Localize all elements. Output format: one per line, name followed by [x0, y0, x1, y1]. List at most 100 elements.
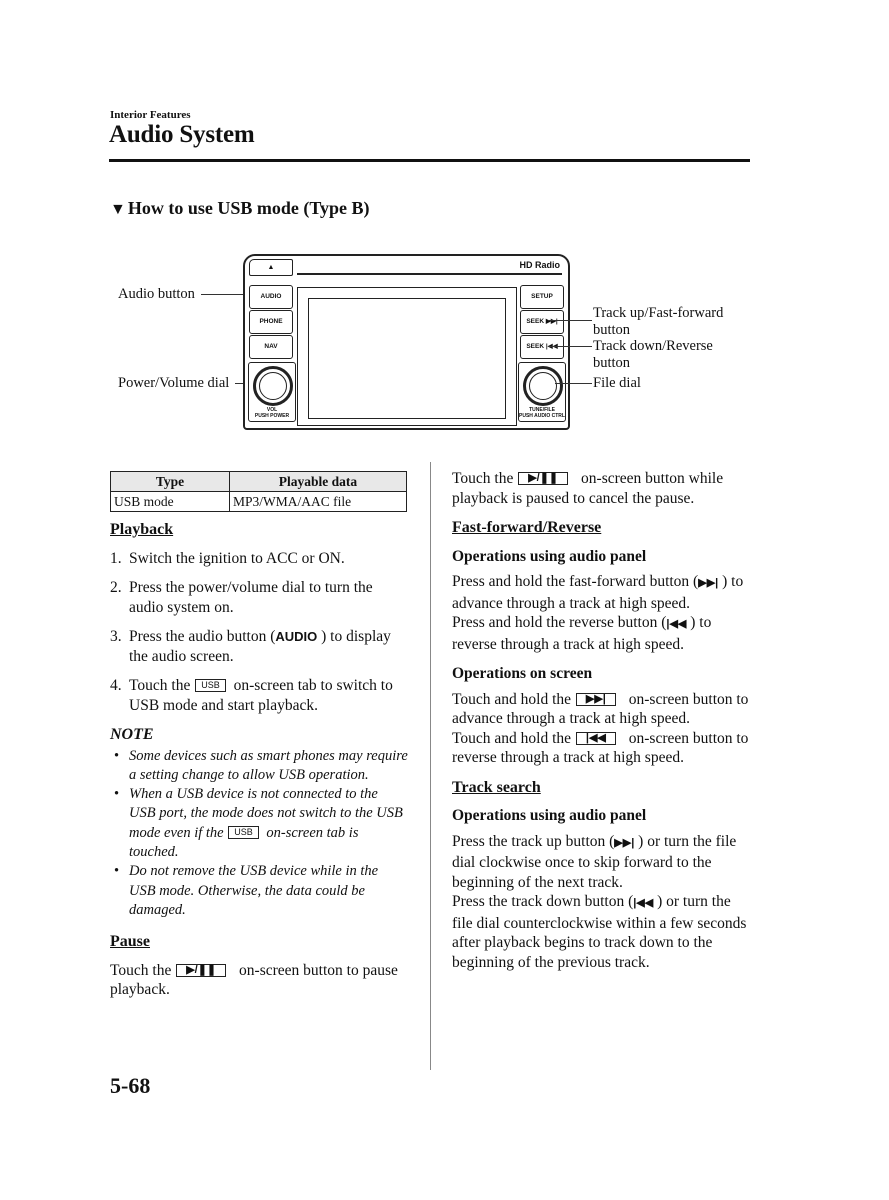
screen-operations-heading: Operations on screen [452, 665, 593, 682]
audio-button-glyph: AUDIO [275, 629, 318, 644]
callout-line: Track down/Reverse [593, 338, 713, 354]
leader-line [548, 320, 592, 321]
paragraph-text: Touch the [452, 470, 518, 487]
step-item: 4. Touch the USB on-screen tab to switch … [110, 676, 408, 715]
audio-panel-operations-heading: Operations using audio panel [452, 807, 647, 824]
panel-seek-back-button[interactable]: SEEK |◀◀ [520, 335, 564, 359]
pause-paragraph: Touch the ▶/❚❚ on-screen button to pause… [110, 961, 408, 1000]
panel-phone-button[interactable]: PHONE [249, 310, 293, 334]
resume-paragraph: Touch the ▶/❚❚ on-screen button while pl… [452, 469, 750, 508]
paragraph-text: Press the track up button ( [452, 832, 615, 850]
leader-line [201, 294, 247, 295]
step-number: 2. [110, 579, 122, 596]
bullet-icon: • [114, 747, 120, 764]
right-column: Touch the ▶/❚❚ on-screen button while pl… [452, 469, 750, 982]
table-header-row: Type Playable data [110, 471, 407, 492]
step-number: 3. [110, 628, 122, 645]
subsection-heading: ▼ How to use USB mode (Type B) [110, 198, 370, 219]
audio-panel-operations-heading: Operations using audio panel [452, 547, 647, 565]
step-number: 1. [110, 549, 122, 567]
track-search-paragraph: Press the track up button (▶▶| ) or turn… [452, 832, 750, 973]
disc-slot [297, 273, 562, 275]
down-triangle-icon: ▼ [110, 201, 126, 218]
paragraph-text: Touch the [110, 961, 176, 979]
step-text: Touch the [129, 677, 195, 694]
step-text: Press the power/volume dial to turn the … [129, 579, 373, 616]
callout-line: button [593, 321, 631, 338]
pause-heading: Pause [110, 933, 150, 951]
volume-dial-label: VOL PUSH POWER [249, 407, 295, 419]
note-item: • When a USB device is not connected to t… [110, 785, 408, 862]
power-volume-dial[interactable] [253, 366, 293, 406]
page-number: 5-68 [110, 1073, 151, 1098]
track-up-icon: ▶▶| [614, 836, 635, 849]
touch-screen[interactable] [308, 298, 506, 419]
track-down-icon: |◀◀ [633, 897, 654, 909]
column-header-type: Type [110, 471, 230, 492]
play-pause-icon: ▶/❚❚ [176, 963, 227, 977]
fast-forward-icon: ▶▶| [575, 692, 616, 706]
push-audio-ctrl-label: PUSH AUDIO CTRL [519, 413, 565, 419]
play-pause-icon: ▶/❚❚ [518, 472, 569, 485]
note-text: Do not remove the USB device while in th… [129, 863, 379, 918]
note-text: Some devices such as smart phones may re… [129, 747, 408, 783]
step-text: Press the audio button ( [129, 628, 276, 645]
rewind-icon: |◀◀ [575, 731, 616, 745]
step-item: 1. Switch the ignition to ACC or ON. [110, 549, 408, 569]
playback-steps: 1. Switch the ignition to ACC or ON. 2. Pr… [110, 549, 408, 716]
title-rule [109, 159, 750, 162]
bullet-icon: • [114, 786, 120, 803]
playback-heading: Playback [110, 521, 174, 538]
audio-panel: ▲ HD Radio AUDIO PHONE NAV VOL PUSH POWE… [243, 254, 570, 430]
playable-data-table: Type Playable data USB mode MP3/WMA/AAC … [110, 471, 407, 512]
callout-audio-button: Audio button [118, 286, 195, 302]
callout-track-down-button: Track down/Reverse button [593, 338, 713, 371]
step-item: 3. Press the audio button (AUDIO ) to dis… [110, 627, 408, 666]
usb-tab-icon: USB [228, 825, 259, 839]
eject-button[interactable]: ▲ [249, 259, 293, 276]
screen-operations-paragraph: Touch and hold the ▶▶| on-screen button … [452, 690, 750, 768]
bullet-icon: • [114, 863, 120, 880]
page-title: Audio System [109, 121, 255, 148]
panel-nav-button[interactable]: NAV [249, 335, 293, 359]
audio-panel-diagram: Audio button Power/Volume dial ▲ HD Radi… [110, 250, 750, 440]
panel-operations-paragraph: Press and hold the fast-forward button (… [452, 572, 750, 654]
track-search-heading: Track search [452, 778, 541, 796]
callout-line: Track up/Fast-forward [593, 305, 724, 321]
file-dial[interactable] [523, 366, 563, 406]
leader-line [548, 346, 592, 347]
cell-type: USB mode [110, 491, 230, 512]
hd-radio-logo: HD Radio [519, 260, 561, 270]
paragraph-text: Touch and hold the [452, 729, 575, 747]
note-item: • Some devices such as smart phones may r… [110, 747, 408, 786]
subsection-heading-text: How to use USB mode (Type B) [127, 198, 370, 218]
callout-file-dial: File dial [593, 375, 641, 391]
panel-setup-button[interactable]: SETUP [520, 285, 564, 309]
step-item: 2. Press the power/volume dial to turn th… [110, 578, 408, 617]
paragraph-text: Press and hold the fast-forward button ( [452, 573, 699, 590]
rewind-icon: |◀◀ [666, 618, 687, 630]
section-label: Interior Features [110, 109, 191, 121]
cell-playable-data: MP3/WMA/AAC file [229, 491, 407, 512]
note-heading: NOTE [110, 726, 154, 743]
paragraph-text: Press and hold the reverse button ( [452, 614, 667, 631]
panel-seek-forward-button[interactable]: SEEK ▶▶| [520, 310, 564, 334]
push-power-label: PUSH POWER [254, 413, 290, 419]
callout-power-volume-dial: Power/Volume dial [118, 375, 230, 391]
callout-line: button [593, 354, 631, 371]
note-list: • Some devices such as smart phones may r… [110, 747, 408, 921]
power-volume-dial-housing: VOL PUSH POWER [248, 362, 296, 422]
file-dial-label: TUNE/FILE PUSH AUDIO CTRL [519, 407, 565, 419]
left-column: Playback 1. Switch the ignition to ACC or… [110, 520, 408, 1010]
step-number: 4. [110, 677, 122, 694]
panel-audio-button[interactable]: AUDIO [249, 285, 293, 309]
paragraph-text: Touch and hold the [452, 690, 575, 708]
fast-forward-reverse-heading: Fast-forward/Reverse [452, 519, 602, 536]
column-header-playable-data: Playable data [229, 471, 407, 492]
paragraph-text: Press the track down button ( [452, 893, 634, 910]
leader-line [555, 383, 592, 384]
file-dial-housing: TUNE/FILE PUSH AUDIO CTRL [518, 362, 566, 422]
display-bezel [297, 287, 517, 426]
usb-tab-icon: USB [195, 679, 226, 692]
note-item: • Do not remove the USB device while in t… [110, 862, 408, 920]
